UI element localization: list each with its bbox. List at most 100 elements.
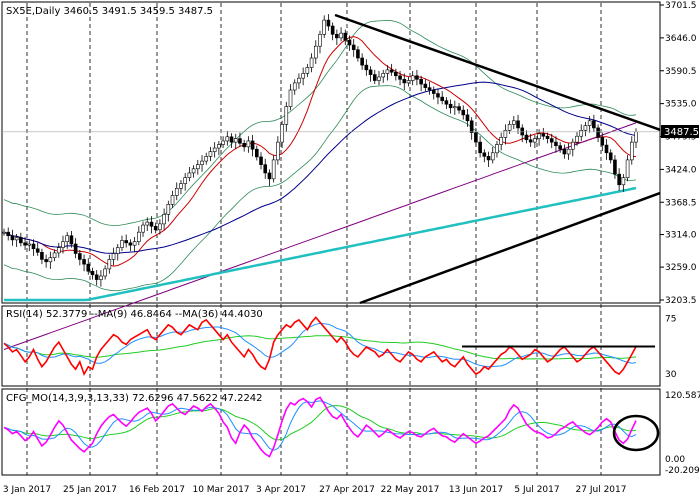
candle-body	[389, 69, 394, 73]
candle-body	[61, 241, 65, 248]
candle-body	[250, 140, 255, 150]
price-y-tick-label: 3314.0	[665, 231, 697, 241]
candle-body	[533, 138, 537, 143]
price-y-axis: 3701.53646.03590.53535.03479.53424.03368…	[660, 1, 697, 306]
candle-body	[225, 136, 230, 142]
price-y-tick-label: 3535.0	[665, 100, 697, 110]
candle-body	[394, 71, 398, 77]
x-tick-label: 25 Jan 2017	[63, 485, 117, 495]
candle-body	[372, 74, 377, 81]
candle-body	[634, 131, 638, 143]
candle-body	[191, 168, 196, 174]
x-axis: 3 Jan 2017 25 Jan 2017 16 Feb 2017 10 Mar 2…	[3, 485, 627, 495]
candle-body	[141, 224, 145, 233]
candle-body	[65, 235, 69, 242]
candle-body	[423, 83, 428, 88]
candle-body	[436, 93, 440, 98]
candle-body	[541, 133, 546, 137]
x-tick-label: 13 Jun 2017	[449, 485, 503, 495]
candle-body	[549, 138, 554, 143]
candle-body	[318, 34, 322, 47]
candle-body	[69, 235, 74, 245]
candle-body	[465, 114, 470, 122]
candle-body	[516, 120, 520, 129]
candle-body	[267, 172, 272, 180]
x-tick-label: 27 Apr 2017	[319, 485, 375, 495]
candle-body	[562, 148, 567, 155]
candle-body	[297, 77, 301, 84]
candle-body	[233, 138, 238, 143]
x-tick-label: 22 May 2017	[381, 485, 440, 495]
candle-body	[94, 274, 99, 280]
candle-body	[200, 160, 204, 165]
candle-body	[229, 136, 234, 143]
last-price-tag: 3487.5	[661, 125, 699, 138]
candle-body	[280, 124, 284, 143]
candle-body	[461, 109, 466, 116]
candle-body	[381, 73, 386, 78]
candle-body	[592, 120, 596, 129]
mo-signal1-line	[3, 400, 637, 451]
x-tick-label: 10 Mar 2017	[192, 485, 249, 495]
candle-body	[132, 241, 137, 246]
candle-body	[166, 204, 171, 215]
candle-body	[545, 135, 550, 139]
candle-body	[499, 137, 503, 145]
candle-body	[27, 243, 32, 246]
candle-body	[246, 140, 251, 148]
candle-body	[149, 221, 154, 227]
candle-body	[217, 144, 221, 149]
candle-body	[292, 82, 297, 91]
candle-body	[415, 75, 419, 80]
short-ma-line	[3, 36, 637, 267]
candle-body	[398, 75, 402, 80]
rsi-y-axis: 75 30	[665, 315, 677, 381]
mo-y-tick-label: 0.00	[665, 455, 685, 465]
candle-body	[212, 147, 217, 152]
candle-body	[528, 139, 533, 143]
candle-body	[495, 144, 499, 154]
candle-body	[259, 156, 263, 165]
mo-y-axis: 120.587 0.00-20.209	[665, 391, 700, 476]
rsi-y-tick-label: 75	[665, 315, 676, 325]
x-tick-label: 27 Jul 2017	[576, 485, 627, 495]
mo-line	[3, 396, 637, 458]
candle-body	[23, 242, 27, 246]
candle-body	[583, 125, 588, 131]
candle-body	[474, 132, 478, 143]
rsi-ma9-line	[3, 322, 637, 368]
candle-body	[309, 57, 314, 68]
price-panel	[2, 13, 661, 350]
candle-body	[356, 49, 360, 59]
x-tick-label: 3 Jan 2017	[3, 485, 51, 495]
candle-body	[604, 144, 609, 154]
candle-body	[52, 252, 57, 258]
candle-body	[301, 73, 305, 79]
mo-y-tick-label: 120.587	[665, 391, 700, 401]
mo-y-tick-label: -20.209	[665, 466, 700, 476]
candle-body	[570, 141, 575, 150]
rsi-panel	[3, 316, 655, 377]
candle-body	[107, 259, 112, 270]
candle-body	[170, 195, 175, 205]
candle-body	[276, 141, 280, 161]
candle-body	[305, 67, 310, 74]
candle-body	[431, 89, 436, 94]
candle-body	[115, 247, 120, 254]
price-y-tick-label: 3701.5	[665, 1, 697, 11]
candle-body	[524, 134, 529, 141]
candle-body	[402, 79, 407, 84]
candle-body	[335, 34, 339, 39]
mo-panel	[3, 396, 660, 458]
candle-body	[31, 243, 36, 250]
candle-body	[263, 164, 268, 174]
candle-body	[410, 75, 415, 81]
rsi-y-tick-label: 30	[665, 370, 677, 380]
candle-body	[82, 259, 86, 265]
candle-body	[537, 133, 541, 139]
x-tick-label: 5 Jul 2017	[514, 485, 559, 495]
candle-body	[56, 247, 61, 254]
candle-body	[179, 183, 183, 189]
candle-body	[448, 103, 453, 109]
candle-body	[86, 263, 91, 272]
